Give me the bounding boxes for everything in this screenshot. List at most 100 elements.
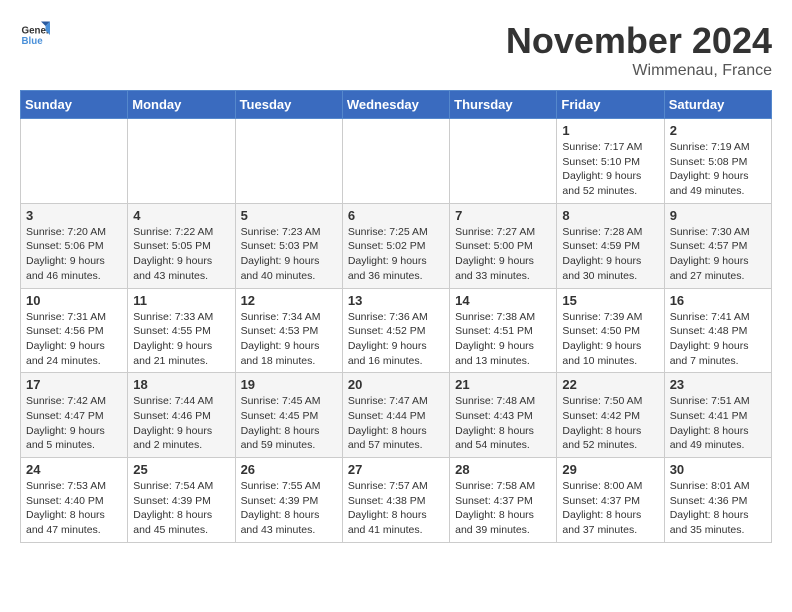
calendar-cell: 3 Sunrise: 7:20 AM Sunset: 5:06 PM Daylig… xyxy=(21,203,128,288)
day-of-week-header: Sunday xyxy=(21,91,128,119)
calendar-cell: 18Sunrise: 7:44 AM Sunset: 4:46 PM Dayli… xyxy=(128,373,235,458)
calendar-cell: 2Sunrise: 7:19 AM Sunset: 5:08 PM Daylig… xyxy=(664,119,771,204)
calendar-cell: 13 Sunrise: 7:36 AM Sunset: 4:52 PM Dayli… xyxy=(342,288,449,373)
day-number: 27 xyxy=(348,462,444,477)
day-number: 6 xyxy=(348,208,444,223)
calendar-cell: 22 Sunrise: 7:50 AM Sunset: 4:42 PM Dayli… xyxy=(557,373,664,458)
day-info: Sunrise: 7:36 AM Sunset: 4:52 PM Dayligh… xyxy=(348,310,444,369)
calendar-cell: 19 Sunrise: 7:45 AM Sunset: 4:45 PM Dayli… xyxy=(235,373,342,458)
day-number: 2 xyxy=(670,123,766,138)
day-number: 15 xyxy=(562,293,658,308)
day-of-week-header: Friday xyxy=(557,91,664,119)
week-row: 24 Sunrise: 7:53 AM Sunset: 4:40 PM Dayli… xyxy=(21,458,772,543)
logo-icon: General Blue xyxy=(20,20,50,50)
day-info: Sunrise: 7:31 AM Sunset: 4:56 PM Dayligh… xyxy=(26,310,122,369)
day-number: 3 xyxy=(26,208,122,223)
calendar-cell: 16Sunrise: 7:41 AM Sunset: 4:48 PM Dayli… xyxy=(664,288,771,373)
calendar-cell xyxy=(128,119,235,204)
day-of-week-header: Thursday xyxy=(450,91,557,119)
day-number: 25 xyxy=(133,462,229,477)
week-row: 17 Sunrise: 7:42 AM Sunset: 4:47 PM Dayli… xyxy=(21,373,772,458)
day-number: 24 xyxy=(26,462,122,477)
day-info: Sunrise: 7:39 AM Sunset: 4:50 PM Dayligh… xyxy=(562,310,658,369)
day-number: 9 xyxy=(670,208,766,223)
day-info: Sunrise: 8:00 AM Sunset: 4:37 PM Dayligh… xyxy=(562,479,658,538)
day-of-week-header: Tuesday xyxy=(235,91,342,119)
day-number: 5 xyxy=(241,208,337,223)
day-info: Sunrise: 7:50 AM Sunset: 4:42 PM Dayligh… xyxy=(562,394,658,453)
calendar-cell: 21 Sunrise: 7:48 AM Sunset: 4:43 PM Dayli… xyxy=(450,373,557,458)
day-number: 28 xyxy=(455,462,551,477)
day-of-week-header: Wednesday xyxy=(342,91,449,119)
day-number: 22 xyxy=(562,377,658,392)
calendar-cell xyxy=(342,119,449,204)
day-number: 1 xyxy=(562,123,658,138)
calendar-cell: 28 Sunrise: 7:58 AM Sunset: 4:37 PM Dayli… xyxy=(450,458,557,543)
day-info: Sunrise: 7:34 AM Sunset: 4:53 PM Dayligh… xyxy=(241,310,337,369)
day-info: Sunrise: 7:57 AM Sunset: 4:38 PM Dayligh… xyxy=(348,479,444,538)
day-info: Sunrise: 7:48 AM Sunset: 4:43 PM Dayligh… xyxy=(455,394,551,453)
day-number: 11 xyxy=(133,293,229,308)
day-number: 8 xyxy=(562,208,658,223)
day-info: Sunrise: 7:55 AM Sunset: 4:39 PM Dayligh… xyxy=(241,479,337,538)
day-number: 14 xyxy=(455,293,551,308)
month-title: November 2024 xyxy=(506,20,772,62)
day-info: Sunrise: 7:27 AM Sunset: 5:00 PM Dayligh… xyxy=(455,225,551,284)
calendar-cell: 1 Sunrise: 7:17 AM Sunset: 5:10 PM Daylig… xyxy=(557,119,664,204)
calendar-header-row: SundayMondayTuesdayWednesdayThursdayFrid… xyxy=(21,91,772,119)
day-number: 12 xyxy=(241,293,337,308)
day-of-week-header: Monday xyxy=(128,91,235,119)
calendar-cell: 17 Sunrise: 7:42 AM Sunset: 4:47 PM Dayli… xyxy=(21,373,128,458)
day-number: 23 xyxy=(670,377,766,392)
calendar-cell: 20 Sunrise: 7:47 AM Sunset: 4:44 PM Dayli… xyxy=(342,373,449,458)
day-info: Sunrise: 7:42 AM Sunset: 4:47 PM Dayligh… xyxy=(26,394,122,453)
calendar-cell: 23 Sunrise: 7:51 AM Sunset: 4:41 PM Dayli… xyxy=(664,373,771,458)
calendar-cell xyxy=(21,119,128,204)
day-info: Sunrise: 7:47 AM Sunset: 4:44 PM Dayligh… xyxy=(348,394,444,453)
day-info: Sunrise: 7:58 AM Sunset: 4:37 PM Dayligh… xyxy=(455,479,551,538)
day-info: Sunrise: 7:23 AM Sunset: 5:03 PM Dayligh… xyxy=(241,225,337,284)
day-info: Sunrise: 7:41 AM Sunset: 4:48 PM Dayligh… xyxy=(670,310,766,369)
calendar-cell: 25 Sunrise: 7:54 AM Sunset: 4:39 PM Dayli… xyxy=(128,458,235,543)
day-info: Sunrise: 7:51 AM Sunset: 4:41 PM Dayligh… xyxy=(670,394,766,453)
calendar-cell: 26Sunrise: 7:55 AM Sunset: 4:39 PM Dayli… xyxy=(235,458,342,543)
calendar-cell: 6 Sunrise: 7:25 AM Sunset: 5:02 PM Daylig… xyxy=(342,203,449,288)
calendar-cell: 7Sunrise: 7:27 AM Sunset: 5:00 PM Daylig… xyxy=(450,203,557,288)
day-number: 21 xyxy=(455,377,551,392)
calendar-cell xyxy=(450,119,557,204)
day-info: Sunrise: 7:17 AM Sunset: 5:10 PM Dayligh… xyxy=(562,140,658,199)
day-info: Sunrise: 7:22 AM Sunset: 5:05 PM Dayligh… xyxy=(133,225,229,284)
day-number: 17 xyxy=(26,377,122,392)
calendar-cell: 27 Sunrise: 7:57 AM Sunset: 4:38 PM Dayli… xyxy=(342,458,449,543)
title-area: November 2024 Wimmenau, France xyxy=(506,20,772,80)
day-info: Sunrise: 7:45 AM Sunset: 4:45 PM Dayligh… xyxy=(241,394,337,453)
day-info: Sunrise: 7:53 AM Sunset: 4:40 PM Dayligh… xyxy=(26,479,122,538)
day-number: 13 xyxy=(348,293,444,308)
day-number: 4 xyxy=(133,208,229,223)
day-info: Sunrise: 7:28 AM Sunset: 4:59 PM Dayligh… xyxy=(562,225,658,284)
day-number: 30 xyxy=(670,462,766,477)
calendar-cell: 4 Sunrise: 7:22 AM Sunset: 5:05 PM Daylig… xyxy=(128,203,235,288)
day-number: 20 xyxy=(348,377,444,392)
calendar-cell: 14Sunrise: 7:38 AM Sunset: 4:51 PM Dayli… xyxy=(450,288,557,373)
day-info: Sunrise: 8:01 AM Sunset: 4:36 PM Dayligh… xyxy=(670,479,766,538)
day-info: Sunrise: 7:25 AM Sunset: 5:02 PM Dayligh… xyxy=(348,225,444,284)
calendar-cell: 8 Sunrise: 7:28 AM Sunset: 4:59 PM Daylig… xyxy=(557,203,664,288)
calendar-cell: 11Sunrise: 7:33 AM Sunset: 4:55 PM Dayli… xyxy=(128,288,235,373)
day-number: 29 xyxy=(562,462,658,477)
week-row: 10Sunrise: 7:31 AM Sunset: 4:56 PM Dayli… xyxy=(21,288,772,373)
calendar-cell: 15 Sunrise: 7:39 AM Sunset: 4:50 PM Dayli… xyxy=(557,288,664,373)
calendar-cell: 24 Sunrise: 7:53 AM Sunset: 4:40 PM Dayli… xyxy=(21,458,128,543)
day-of-week-header: Saturday xyxy=(664,91,771,119)
day-number: 19 xyxy=(241,377,337,392)
day-info: Sunrise: 7:20 AM Sunset: 5:06 PM Dayligh… xyxy=(26,225,122,284)
location: Wimmenau, France xyxy=(506,62,772,80)
calendar-cell: 5 Sunrise: 7:23 AM Sunset: 5:03 PM Daylig… xyxy=(235,203,342,288)
calendar-cell: 10Sunrise: 7:31 AM Sunset: 4:56 PM Dayli… xyxy=(21,288,128,373)
day-number: 18 xyxy=(133,377,229,392)
week-row: 1 Sunrise: 7:17 AM Sunset: 5:10 PM Daylig… xyxy=(21,119,772,204)
day-info: Sunrise: 7:54 AM Sunset: 4:39 PM Dayligh… xyxy=(133,479,229,538)
calendar-cell: 12 Sunrise: 7:34 AM Sunset: 4:53 PM Dayli… xyxy=(235,288,342,373)
svg-text:Blue: Blue xyxy=(22,36,44,47)
calendar-cell xyxy=(235,119,342,204)
